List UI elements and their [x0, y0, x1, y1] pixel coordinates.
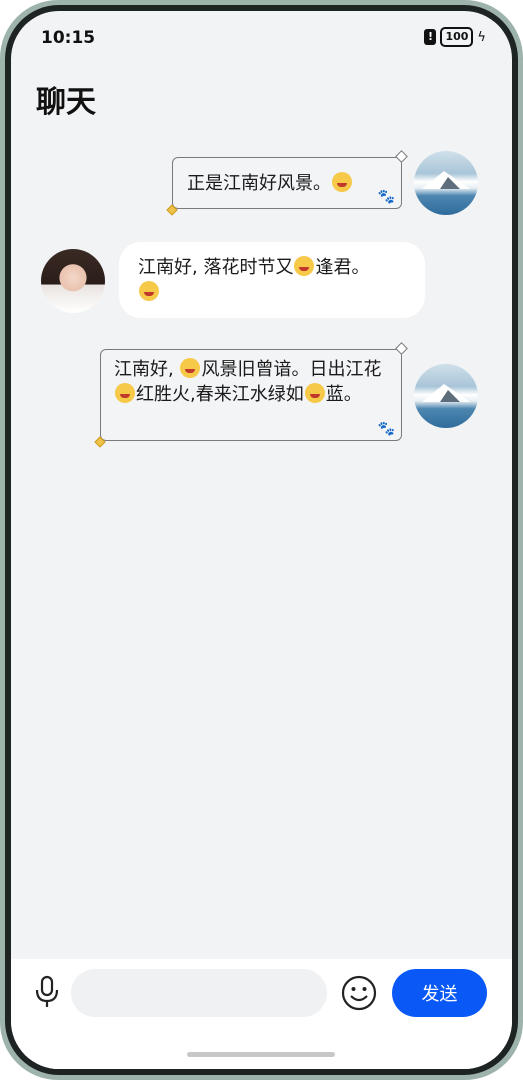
- home-indicator: [187, 1052, 335, 1057]
- message-text: 红胜火,春来江水绿如: [136, 384, 304, 405]
- status-time: 10:15: [41, 28, 96, 48]
- avatar[interactable]: [414, 364, 478, 428]
- send-button[interactable]: 发送: [392, 969, 487, 1017]
- mountain-shape: [440, 177, 460, 189]
- screen: 10:15 ! 100 ϟ 聊天 正是江南好风景。 🐾 江南好, 落花时节又 逢君…: [11, 11, 512, 1069]
- message-text: 风景旧曾谙。日出江花: [201, 359, 382, 380]
- frame-corner: [166, 204, 178, 216]
- message-input[interactable]: [71, 969, 327, 1017]
- avatar[interactable]: [41, 249, 105, 313]
- kissing-face-emoji: [180, 358, 201, 378]
- paw-icon: 🐾: [377, 421, 395, 437]
- frame-corner: [395, 342, 408, 355]
- page-title: 聊天: [36, 85, 96, 120]
- phone-bezel: 10:15 ! 100 ϟ 聊天 正是江南好风景。 🐾 江南好, 落花时节又 逢君…: [5, 5, 518, 1075]
- avatar[interactable]: [414, 151, 478, 215]
- frame-corner: [94, 436, 106, 448]
- message-text: 逢君。: [315, 257, 370, 278]
- message-text: 江南好, 落花时节又: [138, 257, 294, 278]
- status-bar: 10:15 ! 100 ϟ: [11, 11, 512, 57]
- charging-icon: ϟ: [477, 29, 486, 45]
- emoji-icon[interactable]: [341, 975, 377, 1011]
- message-text: 蓝。: [325, 384, 362, 405]
- frame-corner: [395, 150, 408, 163]
- message-bubble[interactable]: 江南好, 落花时节又 逢君。: [119, 242, 425, 318]
- alert-icon: !: [424, 29, 437, 45]
- microphone-icon[interactable]: [33, 975, 61, 1009]
- message-bubble[interactable]: 江南好, 风景旧曾谙。日出江花红胜火,春来江水绿如 蓝。 🐾: [94, 342, 408, 448]
- phone-frame: 10:15 ! 100 ϟ 聊天 正是江南好风景。 🐾 江南好, 落花时节又 逢君…: [0, 0, 523, 1080]
- grinning-face-emoji: [294, 256, 315, 276]
- message-bubble[interactable]: 正是江南好风景。 🐾: [166, 150, 408, 216]
- smiling-face-emoji: [139, 281, 159, 301]
- composer-bar: 发送: [11, 959, 512, 1069]
- grinning-face-emoji: [115, 383, 135, 403]
- message-text: 正是江南好风景。: [187, 173, 331, 194]
- message-text: 江南好,: [114, 359, 180, 380]
- kissing-face-emoji: [304, 383, 325, 403]
- battery-icon: 100: [440, 27, 474, 47]
- smiling-face-emoji: [332, 172, 352, 192]
- status-icons: ! 100 ϟ: [424, 27, 486, 47]
- mountain-shape: [440, 390, 460, 402]
- paw-icon: 🐾: [377, 189, 395, 205]
